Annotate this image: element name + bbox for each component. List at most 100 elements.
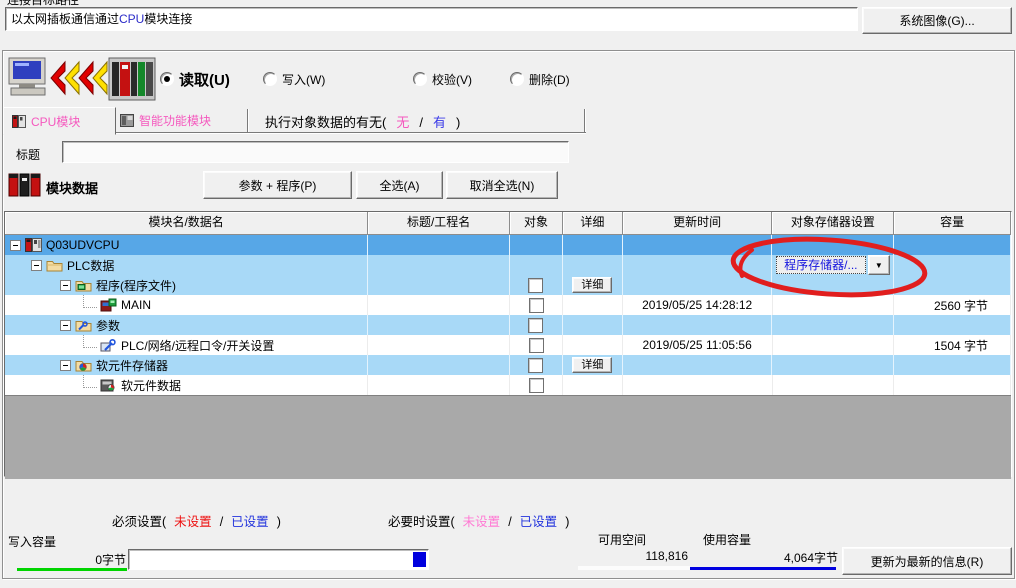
target-checkbox[interactable] (528, 318, 543, 333)
table-rows: Q03UDVCPU PLC数据 程序存储器/... (5, 235, 1011, 395)
update-time-cell (623, 355, 773, 375)
exec-close: ) (456, 115, 460, 130)
column-header[interactable]: 模块名/数据名 (5, 212, 368, 235)
tree-collapse-icon[interactable] (60, 280, 71, 291)
computer-to-plc-transfer-icon (7, 56, 157, 102)
row-label: MAIN (121, 298, 151, 312)
param-plus-program-button[interactable]: 参数 + 程序(P) (203, 171, 352, 199)
intelligent-tab-icon (120, 114, 134, 127)
mode-radio-delete[interactable]: 删除(D) (510, 69, 570, 89)
path-text-post: 模块连接 (144, 12, 192, 26)
target-cell (510, 335, 563, 355)
column-header[interactable]: 标题/工程名 (368, 212, 510, 235)
target-checkbox[interactable] (529, 338, 544, 353)
title-project-cell (368, 335, 510, 355)
table-row[interactable]: 程序(程序文件) 详细 (5, 275, 1011, 295)
tree-collapse-icon[interactable] (31, 260, 42, 271)
device-data-icon (100, 378, 117, 392)
module-name-cell[interactable]: PLC/网络/远程口令/开关设置 (5, 335, 368, 355)
online-data-operation-dialog: { "connection": { "label": "连接目标路径", "pa… (0, 0, 1016, 588)
detail-cell (563, 255, 623, 275)
select-all-button[interactable]: 全选(A) (356, 171, 443, 199)
module-name-cell[interactable]: 参数 (5, 315, 368, 335)
dropdown-value[interactable]: 程序存储器/... (776, 256, 866, 274)
module-data-table: 模块名/数据名标题/工程名对象详细更新时间对象存储器设置容量 Q03UDVCPU… (4, 211, 1012, 477)
deselect-all-button[interactable]: 取消全选(N) (446, 171, 558, 199)
memory-setting-cell (772, 315, 894, 335)
memory-setting-dropdown[interactable]: 程序存储器/... ▼ (776, 256, 890, 274)
memory-setting-cell (772, 235, 894, 255)
row-label: PLC数据 (67, 257, 114, 274)
capacity-cell: 2560 字节 (894, 295, 1011, 315)
write-capacity-progressbar (128, 549, 429, 570)
target-checkbox[interactable] (529, 298, 544, 313)
detail-cell (563, 375, 623, 395)
tree-collapse-icon[interactable] (60, 320, 71, 331)
radio-circle-icon[interactable] (263, 72, 277, 86)
module-name-cell[interactable]: 程序(程序文件) (5, 275, 368, 295)
mode-radio-read[interactable]: 读取(U) (160, 69, 230, 89)
parameter-file-icon (100, 338, 117, 352)
capacity-cell (894, 355, 1011, 375)
detail-button[interactable]: 详细 (572, 277, 612, 293)
detail-cell (563, 295, 623, 315)
optional-label: 必要时设置( (388, 515, 455, 529)
free-space-underline (578, 566, 690, 570)
tab-intelligent-label: 智能功能模块 (139, 112, 211, 129)
table-row[interactable]: 参数 (5, 315, 1011, 335)
tab-cpu-module[interactable]: CPU模块 (3, 107, 116, 135)
connection-path-field[interactable]: 以太网插板通信通过CPU模块连接 (5, 7, 858, 31)
target-cell (510, 295, 563, 315)
title-project-cell (368, 255, 510, 275)
radio-circle-icon[interactable] (510, 72, 524, 86)
column-header[interactable]: 对象 (510, 212, 563, 235)
table-row[interactable]: Q03UDVCPU (5, 235, 1011, 255)
radio-circle-icon[interactable] (160, 72, 174, 86)
memory-setting-cell: 程序存储器/... ▼ (772, 255, 894, 275)
system-image-button[interactable]: 系统图像(G)... (862, 7, 1012, 34)
mode-delete-label: 删除(D) (529, 71, 570, 88)
table-row[interactable]: 软元件数据 (5, 375, 1011, 395)
table-row[interactable]: PLC/网络/远程口令/开关设置 2019/05/25 11:05:56 150… (5, 335, 1011, 355)
detail-cell (563, 315, 623, 335)
title-project-cell (368, 235, 510, 255)
module-name-cell[interactable]: 软元件存储器 (5, 355, 368, 375)
mode-radio-verify[interactable]: 校验(V) (413, 69, 472, 89)
target-checkbox[interactable] (528, 358, 543, 373)
table-row[interactable]: PLC数据 程序存储器/... ▼ (5, 255, 1011, 275)
module-name-cell[interactable]: 软元件数据 (5, 375, 368, 395)
tree-collapse-icon[interactable] (10, 240, 21, 251)
table-row[interactable]: 软元件存储器 详细 (5, 355, 1011, 375)
column-header[interactable]: 详细 (563, 212, 623, 235)
detail-button[interactable]: 详细 (572, 357, 612, 373)
dropdown-arrow-icon[interactable]: ▼ (868, 255, 890, 275)
required-set-value: 已设置 (231, 515, 269, 529)
detail-cell: 详细 (563, 355, 623, 375)
radio-circle-icon[interactable] (413, 72, 427, 86)
target-checkbox[interactable] (528, 278, 543, 293)
required-setting-status: 必须设置(未设置/已设置) (112, 511, 281, 530)
table-row[interactable]: MAIN 2019/05/25 14:28:12 2560 字节 (5, 295, 1011, 315)
tree-collapse-icon[interactable] (60, 360, 71, 371)
path-text-pre: 以太网插板通信通过 (11, 12, 119, 26)
tab-intelligent-function-module[interactable]: 智能功能模块 (112, 107, 253, 133)
memory-setting-cell (773, 295, 895, 315)
column-header[interactable]: 更新时间 (623, 212, 773, 235)
row-label: Q03UDVCPU (46, 238, 119, 252)
refresh-latest-info-button[interactable]: 更新为最新的信息(R) (842, 547, 1012, 575)
close-paren: ) (565, 515, 569, 529)
target-checkbox[interactable] (529, 378, 544, 393)
module-name-cell[interactable]: PLC数据 (5, 255, 368, 275)
detail-cell: 详细 (563, 275, 623, 295)
module-name-cell[interactable]: Q03UDVCPU (5, 235, 368, 255)
mode-radio-write[interactable]: 写入(W) (263, 69, 325, 89)
column-header[interactable]: 容量 (894, 212, 1011, 235)
update-time-cell (623, 275, 773, 295)
slash: / (220, 515, 223, 529)
row-label: PLC/网络/远程口令/开关设置 (121, 337, 274, 354)
column-header[interactable]: 对象存储器设置 (772, 212, 894, 235)
target-cell (510, 235, 563, 255)
title-input[interactable] (62, 141, 569, 163)
cpu-module-icon (25, 238, 42, 252)
module-name-cell[interactable]: MAIN (5, 295, 368, 315)
